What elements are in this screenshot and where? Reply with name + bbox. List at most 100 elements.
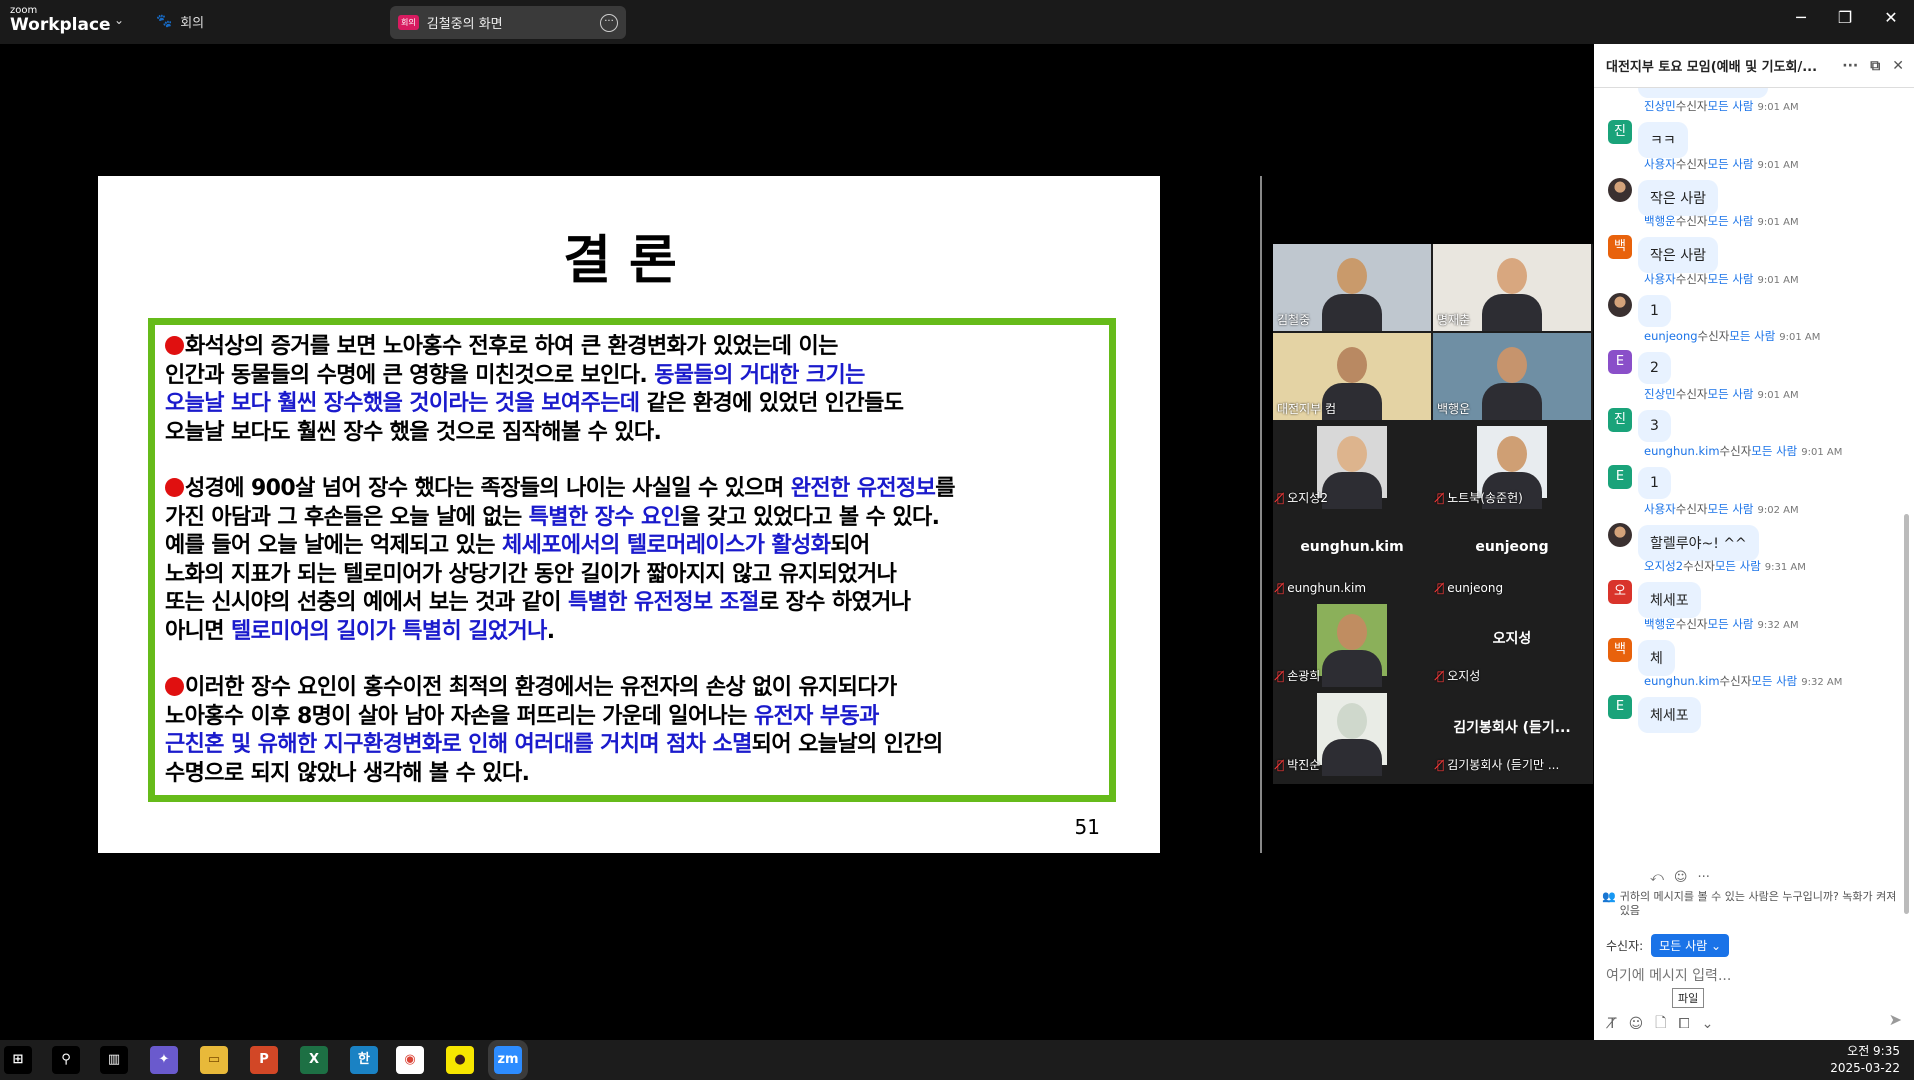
share-divider[interactable] [1260, 176, 1262, 853]
participant-tile[interactable]: 김철중 [1273, 244, 1431, 331]
participant-name-label: 대전지부 컴 [1277, 400, 1336, 417]
message-meta: eunghun.kim수신자모든 사람 9:01 AM [1644, 443, 1842, 459]
file-icon[interactable]: 🗋 [1655, 1012, 1666, 1036]
participant-tile[interactable]: eunjeong 🎙̸ eunjeong [1433, 511, 1591, 598]
participant-tile[interactable]: 백행운 [1433, 333, 1591, 420]
close-button[interactable]: ✕ [1876, 8, 1906, 27]
chat-message-list[interactable]: 진상민수신자모든 사람 9:01 AM 진 ㅋㅋ 사용자수신자모든 사람 9:01 AM 작… [1594, 88, 1902, 908]
close-icon[interactable]: ✕ [1892, 58, 1904, 74]
recipient-dropdown[interactable]: 모든 사람 ⌄ [1651, 934, 1730, 957]
recipient-target[interactable]: 모든 사람 [1708, 502, 1754, 516]
message-time: 9:01 AM [1757, 217, 1799, 228]
slide-text: . [546, 618, 555, 644]
more-icon[interactable]: ··· [1842, 58, 1858, 74]
sender-name[interactable]: 백행운 [1644, 617, 1676, 631]
powerpoint-icon[interactable]: P [250, 1046, 278, 1074]
participant-name: eunghun.kim [1287, 581, 1367, 595]
participant-display-name: eunghun.kim [1300, 539, 1404, 555]
windows-start-icon[interactable]: ⊞ [4, 1046, 32, 1074]
recipient-target[interactable]: 모든 사람 [1751, 674, 1797, 688]
emoji-icon[interactable]: ☺ [1629, 1016, 1644, 1032]
search-icon[interactable]: ⚲ [52, 1046, 80, 1074]
recipient-target[interactable]: 모든 사람 [1708, 99, 1754, 113]
avatar-photo [1608, 522, 1632, 547]
recipient-target[interactable]: 모든 사람 [1729, 329, 1775, 343]
excel-icon[interactable]: X [300, 1046, 328, 1074]
zoom-icon[interactable]: zm [491, 1043, 525, 1077]
emoji-reaction-icon[interactable]: ☺ [1674, 870, 1688, 885]
meeting-menu[interactable]: 🐾 회의 [156, 12, 204, 31]
recipient-target[interactable]: 모든 사람 [1708, 157, 1754, 171]
minimize-button[interactable]: ─ [1786, 8, 1816, 27]
sender-name[interactable]: 오지성2 [1644, 559, 1683, 573]
copilot-icon[interactable]: ✦ [150, 1046, 178, 1074]
reply-icon[interactable]: ⤺ [1650, 870, 1664, 885]
brand-big: Workplace [10, 15, 111, 35]
sender-name[interactable]: 진상민 [1644, 387, 1676, 401]
hangul-icon[interactable]: 한 [350, 1046, 378, 1074]
sender-name[interactable]: eunjeong [1644, 329, 1698, 343]
chat-scrollbar[interactable] [1904, 514, 1909, 914]
more-icon[interactable]: ··· [1697, 870, 1709, 885]
system-clock[interactable]: 오전 9:35 2025-03-22 [1830, 1043, 1900, 1077]
sender-name[interactable]: 사용자 [1644, 502, 1676, 516]
participant-name: eunjeong [1447, 581, 1504, 595]
recipient-target[interactable]: 모든 사람 [1751, 444, 1797, 458]
popout-icon[interactable]: ⧉ [1870, 58, 1880, 74]
recipient-prefix: 수신자 [1675, 156, 1708, 171]
recipient-target[interactable]: 모든 사람 [1708, 272, 1754, 286]
participant-tile[interactable]: 대전지부 컴 [1273, 333, 1431, 420]
sender-name[interactable]: 사용자 [1644, 157, 1676, 171]
slide-text: 또는 신시야의 선충의 예에서 보는 것과 같이 [165, 590, 568, 615]
visibility-notice[interactable]: 👥 귀하의 메시지를 볼 수 있는 사람은 누구입니까? 녹화가 켜져 있음 [1602, 890, 1902, 918]
sender-name[interactable]: 백행운 [1644, 214, 1676, 228]
recipient-target[interactable]: 모든 사람 [1708, 387, 1754, 401]
slide-text: 예를 들어 오늘 날에는 억제되고 있는 [165, 533, 502, 558]
message-bubble: 체세포 [1638, 697, 1701, 733]
participant-tile[interactable]: 🎙̸ 박진순 [1273, 689, 1431, 776]
participant-tile[interactable]: 김기봉회사 (듣기... 🎙̸ 김기봉회사 (듣기만 ... [1433, 689, 1591, 776]
participant-tile[interactable]: 🎙̸ 오지성2 [1273, 422, 1431, 509]
participant-tile[interactable]: 오지성 🎙̸ 오지성 [1433, 600, 1591, 687]
participant-tile[interactable]: 명재춘 [1433, 244, 1591, 331]
chrome-icon[interactable]: ◉ [396, 1046, 424, 1074]
sender-name[interactable]: eunghun.kim [1644, 674, 1720, 688]
message-meta: 사용자수신자모든 사람 9:01 AM [1644, 156, 1799, 172]
sender-name[interactable]: 진상민 [1644, 99, 1676, 113]
kakaotalk-icon[interactable]: ● [446, 1046, 474, 1074]
recipient-target[interactable]: 모든 사람 [1708, 617, 1754, 631]
zoom-logo[interactable]: zoom Workplace [10, 6, 111, 34]
recipient-target[interactable]: 모든 사람 [1708, 214, 1754, 228]
shared-slide: 결론 화석상의 증거를 보면 노아홍수 전후로 하여 큰 환경변화가 있었는데 … [98, 176, 1160, 853]
message-time: 9:01 AM [1757, 274, 1799, 286]
recipient-prefix: 수신자 [1719, 674, 1752, 688]
screen-share-indicator[interactable]: 회의 김철중의 화면 ··· [390, 6, 626, 39]
message-meta: 진상민수신자모든 사람 9:01 AM [1644, 386, 1799, 402]
slide-line: 성경에 900살 넘어 장수 했다는 족장들의 나이는 사실일 수 있으며 완전… [165, 475, 1099, 504]
sender-name[interactable]: 사용자 [1644, 272, 1676, 286]
restore-button[interactable]: ❐ [1830, 8, 1860, 27]
task-view-icon[interactable]: ▥ [100, 1046, 128, 1074]
message-bubble: 체 [1638, 639, 1675, 676]
participant-tile[interactable]: 🎙̸ 손광희 [1273, 600, 1431, 687]
avatar-photo [1608, 292, 1632, 317]
format-icon[interactable]: T̸ [1608, 1016, 1617, 1032]
participant-tile[interactable]: 🎙̸ 노트북(송준헌) [1433, 422, 1591, 509]
chevron-down-icon[interactable]: ⌄ [114, 13, 124, 27]
message-input[interactable] [1606, 962, 1896, 990]
file-explorer-icon[interactable]: ▭ [200, 1046, 228, 1074]
bullet-dot-icon [165, 336, 184, 355]
screenshot-icon[interactable]: ⧠ [1678, 1016, 1689, 1032]
recipient-target[interactable]: 모든 사람 [1715, 559, 1761, 573]
send-button[interactable]: ➤ [1889, 1010, 1902, 1029]
more-icon[interactable]: ··· [600, 13, 618, 32]
chevron-down-icon[interactable]: ⌄ [1702, 1016, 1714, 1032]
participant-tile[interactable]: eunghun.kim 🎙̸ eunghun.kim [1273, 511, 1431, 598]
torso [1322, 294, 1382, 331]
slide-text: 화석상의 증거를 보면 노아홍수 전후로 하여 큰 환경변화가 있었는데 이는 [185, 334, 838, 359]
recipient-row: 수신자: 모든 사람 ⌄ [1606, 934, 1730, 957]
highlight-text: 동물들의 거대한 크기는 [654, 362, 865, 388]
recipient-prefix: 수신자 [1675, 214, 1708, 228]
sender-name[interactable]: eunghun.kim [1644, 444, 1720, 458]
message-actions: ⤺ ☺ ··· [1650, 870, 1710, 885]
